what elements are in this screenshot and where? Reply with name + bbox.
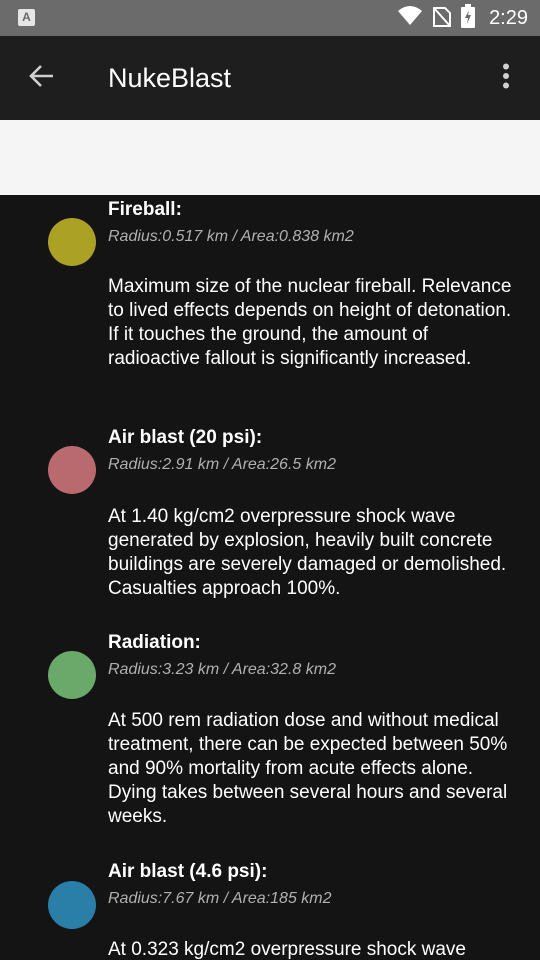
radiation-color-dot <box>48 651 96 699</box>
notification-app-icon: A <box>18 9 35 26</box>
wifi-icon <box>397 5 423 32</box>
banner-area <box>0 120 540 195</box>
status-bar: A 2:29 <box>0 0 540 36</box>
status-icons: 2:29 <box>397 0 528 36</box>
list-item[interactable]: Air blast (20 psi): Radius:2.91 km / Are… <box>0 423 540 623</box>
list-item[interactable]: Air blast (4.6 psi): Radius:7.67 km / Ar… <box>0 857 540 960</box>
air-blast-46-color-dot <box>48 881 96 929</box>
status-time: 2:29 <box>489 6 528 29</box>
effects-list: Fireball: Radius:0.517 km / Area:0.838 k… <box>0 195 540 960</box>
air-blast-20-color-dot <box>48 446 96 494</box>
arrow-left-icon <box>29 64 55 93</box>
item-description: At 500 rem radiation dose and without me… <box>108 710 508 827</box>
back-button[interactable] <box>20 58 64 98</box>
item-description: At 0.323 kg/cm2 overpressure shock wave <box>108 939 467 960</box>
more-vert-icon <box>502 63 510 94</box>
item-title: Fireball: <box>108 199 182 220</box>
app-bar: NukeBlast <box>0 36 540 120</box>
item-title: Air blast (20 psi): <box>108 427 263 448</box>
no-sim-icon <box>433 5 452 32</box>
fireball-color-dot <box>48 218 96 266</box>
list-item[interactable]: Fireball: Radius:0.517 km / Area:0.838 k… <box>0 195 540 405</box>
item-title: Air blast (4.6 psi): <box>108 861 268 882</box>
item-description: At 1.40 kg/cm2 overpressure shock wave g… <box>108 506 507 599</box>
item-title: Radiation: <box>108 632 201 653</box>
app-title: NukeBlast <box>108 63 232 93</box>
item-description: Maximum size of the nuclear fireball. Re… <box>108 276 512 369</box>
battery-charging-icon <box>461 3 476 33</box>
item-stats: Radius:0.517 km / Area:0.838 km2 <box>108 228 354 245</box>
item-stats: Radius:2.91 km / Area:26.5 km2 <box>108 456 336 473</box>
item-stats: Radius:3.23 km / Area:32.8 km2 <box>108 661 336 678</box>
overflow-menu-button[interactable] <box>486 58 526 98</box>
screen: A 2:29 NukeBlast Fireball: Radius:0.517 … <box>0 0 540 960</box>
list-item[interactable]: Radiation: Radius:3.23 km / Area:32.8 km… <box>0 628 540 848</box>
item-stats: Radius:7.67 km / Area:185 km2 <box>108 890 332 907</box>
